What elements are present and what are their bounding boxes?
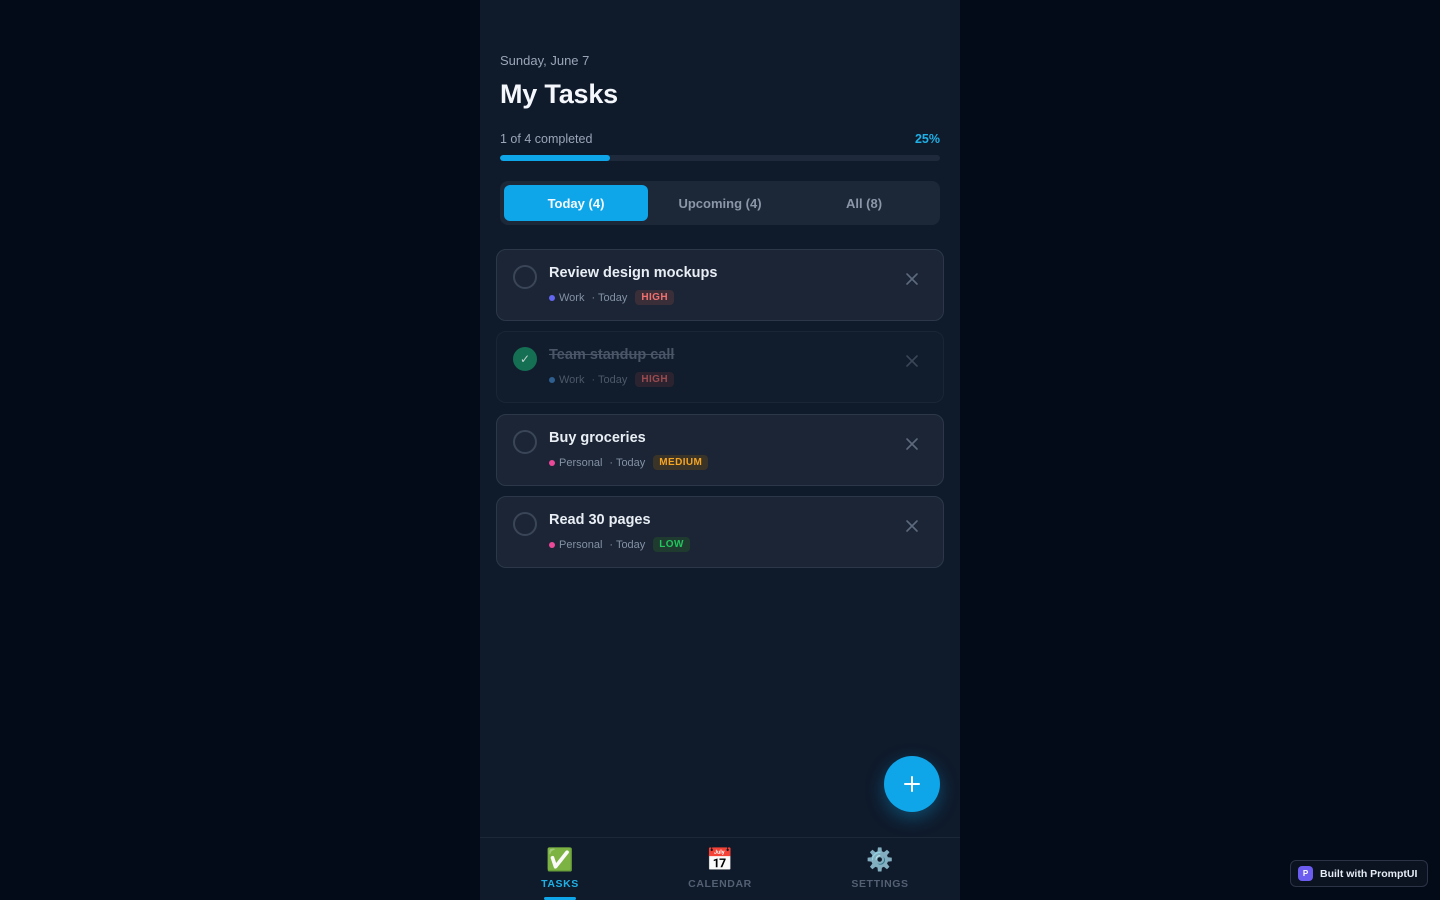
priority-badge: LOW (653, 537, 690, 552)
plus-icon (904, 776, 920, 792)
task-card[interactable]: Review design mockups Work · Today HIGH (496, 249, 944, 321)
category-dot (549, 541, 555, 548)
progress-percent: 25% (914, 132, 940, 146)
page-title: My Tasks (500, 79, 618, 109)
task-meta: Work · Today HIGH (549, 290, 674, 305)
close-icon (906, 355, 918, 367)
bottom-nav: ✅ TASKS 📅 CALENDAR ⚙️ SETTINGS (480, 837, 960, 900)
priority-badge: MEDIUM (653, 455, 709, 470)
current-date: Sunday, June 7 (500, 53, 590, 68)
task-due: · Today (591, 291, 628, 304)
category-dot (549, 294, 555, 301)
task-category: Personal (559, 456, 603, 469)
promptui-logo: P (1298, 866, 1313, 881)
app-screen: Sunday, June 7 My Tasks 1 of 4 completed… (480, 0, 960, 900)
gear-icon: ⚙️ (866, 847, 894, 872)
add-task-button[interactable] (884, 756, 940, 812)
task-title: Buy groceries (549, 430, 646, 446)
progress-bar-fill (500, 155, 610, 161)
nav-settings[interactable]: ⚙️ SETTINGS (800, 838, 960, 900)
delete-task-button[interactable] (905, 519, 919, 533)
nav-tasks[interactable]: ✅ TASKS (480, 838, 640, 900)
close-icon (906, 520, 918, 532)
delete-task-button[interactable] (905, 272, 919, 286)
close-icon (906, 438, 918, 450)
built-with-badge[interactable]: P Built with PromptUI (1290, 860, 1428, 887)
task-meta: Work · Today HIGH (549, 372, 674, 387)
task-title: Read 30 pages (549, 512, 651, 528)
built-with-label: Built with PromptUI (1320, 867, 1418, 880)
task-meta: Personal · Today MEDIUM (549, 455, 709, 470)
task-card[interactable]: Buy groceries Personal · Today MEDIUM (496, 414, 944, 486)
priority-badge: HIGH (635, 290, 674, 305)
task-checkbox-checked[interactable]: ✓ (513, 347, 537, 371)
nav-label: CALENDAR (688, 878, 752, 890)
task-due: · Today (609, 456, 646, 469)
category-dot (549, 459, 555, 466)
task-due: · Today (591, 373, 628, 386)
delete-task-button[interactable] (905, 354, 919, 368)
nav-calendar[interactable]: 📅 CALENDAR (640, 838, 800, 900)
task-checkbox[interactable] (513, 430, 537, 454)
task-card[interactable]: ✓ Team standup call Work · Today HIGH (496, 331, 944, 403)
calendar-icon: 📅 (706, 847, 734, 872)
priority-badge: HIGH (635, 372, 674, 387)
category-dot (549, 376, 555, 383)
tab-all[interactable]: All (8) (792, 185, 936, 221)
task-title: Team standup call (549, 347, 675, 363)
task-category: Work (559, 291, 585, 304)
tab-today[interactable]: Today (4) (504, 185, 648, 221)
progress-label: 1 of 4 completed (500, 132, 593, 146)
task-meta: Personal · Today LOW (549, 537, 690, 552)
progress-bar (500, 155, 940, 161)
nav-label: TASKS (541, 878, 579, 890)
task-category: Work (559, 373, 585, 386)
close-icon (906, 273, 918, 285)
filter-tabs: Today (4) Upcoming (4) All (8) (500, 181, 940, 225)
task-checkbox[interactable] (513, 265, 537, 289)
task-title: Review design mockups (549, 265, 718, 281)
tab-upcoming[interactable]: Upcoming (4) (648, 185, 792, 221)
task-category: Personal (559, 538, 603, 551)
nav-label: SETTINGS (851, 878, 909, 890)
task-checkbox[interactable] (513, 512, 537, 536)
check-box-icon: ✅ (546, 847, 574, 872)
task-card[interactable]: Read 30 pages Personal · Today LOW (496, 496, 944, 568)
delete-task-button[interactable] (905, 437, 919, 451)
task-due: · Today (609, 538, 646, 551)
